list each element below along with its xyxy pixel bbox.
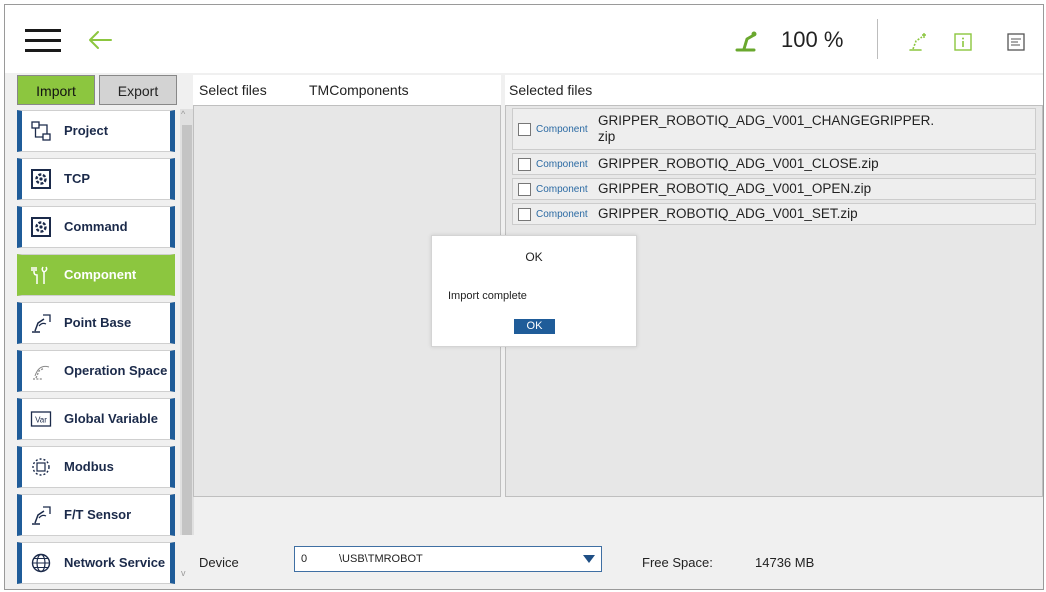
list-item[interactable]: Component GRIPPER_ROBOTIQ_ADG_V001_SET.z… <box>512 203 1036 225</box>
sidebar-item-label: Operation Space <box>64 363 168 378</box>
var-icon-text: Var <box>35 416 47 425</box>
network-service-icon <box>31 553 51 573</box>
list-item[interactable]: Component GRIPPER_ROBOTIQ_ADG_V001_CHANG… <box>512 108 1036 150</box>
file-name-line1: GRIPPER_ROBOTIQ_ADG_V001_CHANGEGRIPPER. <box>598 113 935 128</box>
dialog-message: Import complete <box>448 290 527 302</box>
sidebar-item-operation-space[interactable]: Operation Space <box>17 350 175 392</box>
sidebar-item-project[interactable]: Project <box>17 110 175 152</box>
file-name-line2: zip <box>598 129 616 144</box>
modbus-icon <box>32 458 50 476</box>
robot-status-icon[interactable] <box>907 31 929 53</box>
folder-path-label: TMComponents <box>309 82 409 98</box>
info-icon[interactable] <box>952 31 974 53</box>
document-icon[interactable] <box>1005 31 1027 53</box>
device-index: 0 <box>301 553 308 565</box>
tcp-icon <box>31 169 51 189</box>
file-name: GRIPPER_ROBOTIQ_ADG_V001_CHANGEGRIPPER. … <box>598 113 934 145</box>
device-path: \USB\TMROBOT <box>339 553 423 565</box>
sidebar-item-modbus[interactable]: Modbus <box>17 446 175 488</box>
file-name: GRIPPER_ROBOTIQ_ADG_V001_OPEN.zip <box>598 181 872 196</box>
list-item[interactable]: Component GRIPPER_ROBOTIQ_ADG_V001_OPEN.… <box>512 178 1036 200</box>
sidebar-item-label: Point Base <box>64 315 132 330</box>
speed-readout: 100 % <box>781 27 844 52</box>
divider <box>877 19 878 59</box>
device-label: Device <box>199 555 239 570</box>
tab-export[interactable]: Export <box>99 75 177 105</box>
import-complete-dialog: OK Import complete OK <box>431 235 637 347</box>
sidebar-item-label: Global Variable <box>64 411 158 426</box>
sidebar-item-command[interactable]: Command <box>17 206 175 248</box>
file-type-tag: Component <box>536 208 588 220</box>
dialog-title: OK <box>525 250 543 264</box>
file-checkbox[interactable] <box>518 182 531 196</box>
sidebar-item-component[interactable]: Component <box>17 254 175 296</box>
free-space-value: 14736 MB <box>755 555 815 570</box>
import-export-tabs: Import Export <box>17 75 177 105</box>
selected-files-label: Selected files <box>509 82 593 98</box>
operation-space-icon <box>33 365 50 380</box>
point-base-icon <box>32 314 51 333</box>
scroll-up-icon[interactable]: ^ <box>181 109 185 119</box>
sidebar-item-global-variable[interactable]: Var Global Variable <box>17 398 175 440</box>
sidebar-item-label: Command <box>64 219 128 234</box>
sidebar-item-label: Project <box>64 123 109 138</box>
file-checkbox[interactable] <box>518 207 531 221</box>
file-checkbox[interactable] <box>518 157 531 171</box>
project-icon <box>31 121 51 141</box>
sidebar-item-label: Network Service <box>64 555 166 570</box>
file-name: GRIPPER_ROBOTIQ_ADG_V001_SET.zip <box>598 206 858 221</box>
select-files-label: Select files <box>199 82 267 98</box>
top-bar: 100 % <box>5 5 1043 73</box>
device-select[interactable]: 0 \USB\TMROBOT <box>294 546 602 572</box>
robot-arm-icon[interactable] <box>734 27 760 53</box>
ok-button[interactable]: OK <box>514 319 555 334</box>
select-files-header: Select files TMComponents <box>193 75 501 105</box>
app-window: 100 % Import Export Project TCP Command … <box>4 4 1044 590</box>
sidebar-item-point-base[interactable]: Point Base <box>17 302 175 344</box>
sidebar-scrollbar[interactable] <box>180 109 194 535</box>
file-name: GRIPPER_ROBOTIQ_ADG_V001_CLOSE.zip <box>598 156 879 171</box>
file-type-tag: Component <box>536 183 588 195</box>
ft-sensor-icon <box>32 506 51 525</box>
command-icon <box>31 217 51 237</box>
scroll-down-icon[interactable]: v <box>181 568 186 578</box>
sidebar-item-label: F/T Sensor <box>64 507 132 522</box>
sidebar-item-label: TCP <box>64 171 90 186</box>
file-type-tag: Component <box>536 123 588 135</box>
tab-import[interactable]: Import <box>17 75 95 105</box>
device-bar: Device 0 \USB\TMROBOT Free Space: 14736 … <box>199 545 899 581</box>
file-type-tag: Component <box>536 158 588 170</box>
scrollbar-thumb[interactable] <box>182 125 192 535</box>
chevron-down-icon[interactable] <box>583 555 595 563</box>
global-variable-icon: Var <box>30 411 52 427</box>
menu-icon[interactable] <box>25 29 61 53</box>
list-item[interactable]: Component GRIPPER_ROBOTIQ_ADG_V001_CLOSE… <box>512 153 1036 175</box>
sidebar-item-label: Modbus <box>64 459 114 474</box>
sidebar-item-tcp[interactable]: TCP <box>17 158 175 200</box>
sidebar-item-ft-sensor[interactable]: F/T Sensor <box>17 494 175 536</box>
back-arrow-icon[interactable] <box>87 27 113 53</box>
sidebar-item-network-service[interactable]: Network Service <box>17 542 175 584</box>
file-checkbox[interactable] <box>518 122 531 136</box>
free-space-label: Free Space: <box>642 555 713 570</box>
component-icon <box>31 266 48 284</box>
sidebar-item-label: Component <box>64 267 137 282</box>
selected-files-header: Selected files <box>505 75 1043 105</box>
